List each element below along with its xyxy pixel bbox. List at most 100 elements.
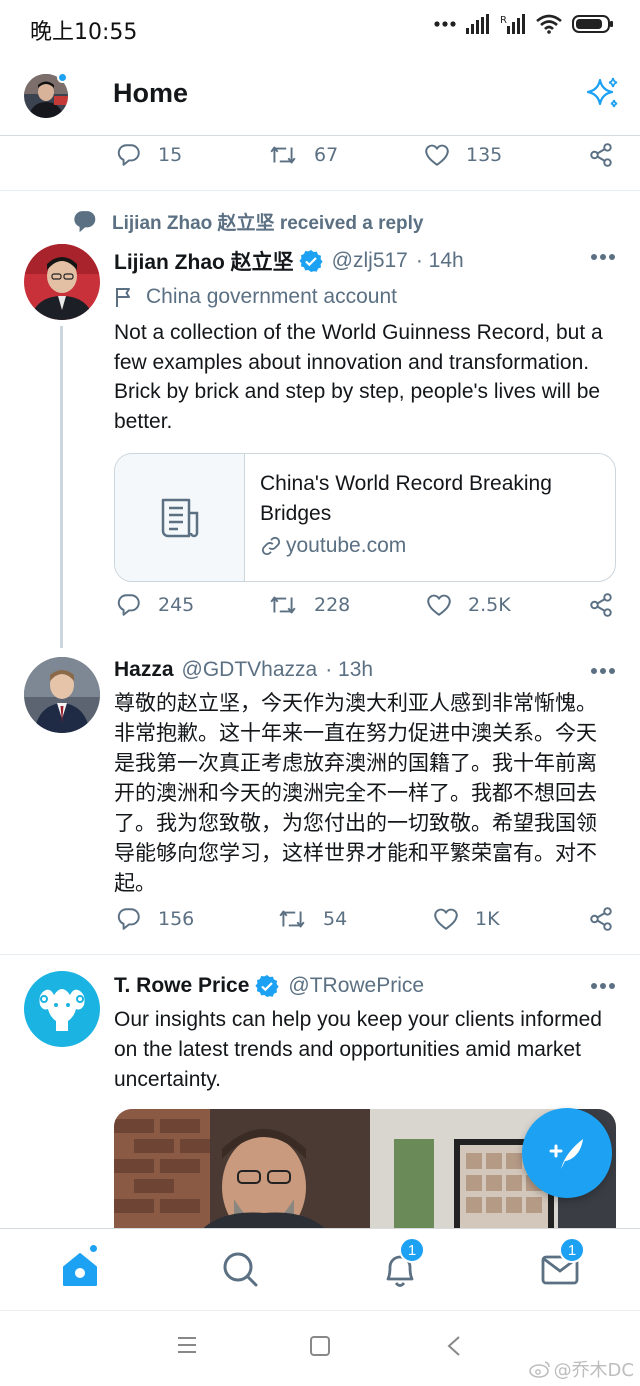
weibo-icon bbox=[528, 1361, 550, 1378]
nav-home[interactable] bbox=[58, 1243, 102, 1291]
reply-button[interactable]: 15 bbox=[116, 142, 182, 168]
status-icons: R bbox=[434, 14, 614, 34]
notifications-badge: 1 bbox=[399, 1237, 425, 1263]
avatar[interactable] bbox=[24, 244, 100, 320]
tweet-actions: 156 54 1K bbox=[0, 906, 640, 946]
author-name[interactable]: T. Rowe Price bbox=[114, 974, 249, 998]
share-icon bbox=[590, 907, 612, 931]
compose-icon bbox=[549, 1139, 583, 1169]
like-count: 1K bbox=[475, 908, 500, 930]
like-count: 135 bbox=[466, 144, 503, 166]
retweet-count: 228 bbox=[314, 594, 351, 616]
sparkle-icon[interactable] bbox=[586, 76, 620, 110]
divider bbox=[0, 190, 640, 191]
author-name[interactable]: Lijian Zhao 赵立坚 bbox=[114, 246, 294, 276]
retweet-icon bbox=[279, 910, 305, 928]
link-card-domain: youtube.com bbox=[260, 534, 406, 558]
more-dots-icon bbox=[434, 21, 456, 27]
nav-messages[interactable]: 1 bbox=[538, 1237, 585, 1291]
nav-search[interactable] bbox=[218, 1247, 262, 1291]
retweet-count: 54 bbox=[323, 908, 348, 930]
watermark: @乔木DC bbox=[528, 1356, 634, 1382]
more-button[interactable] bbox=[590, 252, 616, 262]
square-icon bbox=[310, 1336, 330, 1356]
author-name[interactable]: Hazza bbox=[114, 658, 174, 682]
tweet-time: · 13h bbox=[325, 658, 374, 681]
link-card-title: China's World Record Breaking Bridges bbox=[260, 472, 552, 525]
reply-button[interactable]: 156 bbox=[116, 906, 194, 932]
status-bar: 晚上10:55 R bbox=[0, 0, 640, 56]
link-card-domain-text: youtube.com bbox=[286, 534, 407, 557]
more-button[interactable] bbox=[590, 666, 616, 676]
avatar[interactable] bbox=[24, 657, 100, 733]
share-button[interactable] bbox=[588, 906, 614, 932]
reply-button[interactable]: 245 bbox=[116, 592, 194, 618]
reply-count: 245 bbox=[158, 594, 195, 616]
retweet-button[interactable]: 54 bbox=[277, 906, 347, 932]
reply-icon bbox=[117, 594, 140, 616]
tweet-header: T. Rowe Price @TRowePrice bbox=[114, 974, 424, 998]
search-icon bbox=[223, 1252, 258, 1287]
account-label-text: China government account bbox=[146, 285, 397, 308]
like-icon bbox=[427, 594, 451, 616]
home-system-button[interactable] bbox=[309, 1335, 331, 1357]
new-content-dot bbox=[57, 72, 68, 83]
retweet-button[interactable]: 67 bbox=[268, 142, 338, 168]
author-handle[interactable]: @zlj517 bbox=[332, 249, 408, 273]
like-icon bbox=[434, 908, 458, 930]
link-icon bbox=[261, 536, 281, 556]
tweet-context-text: Lijian Zhao 赵立坚 received a reply bbox=[112, 213, 424, 234]
back-system-button[interactable] bbox=[446, 1335, 462, 1357]
share-icon bbox=[590, 593, 612, 617]
nav-notifications[interactable]: 1 bbox=[378, 1237, 425, 1291]
signal-icon bbox=[466, 14, 489, 34]
share-button[interactable] bbox=[588, 142, 614, 168]
avatar[interactable] bbox=[24, 971, 100, 1047]
tweet-text: Our insights can help you keep your clie… bbox=[114, 1008, 602, 1091]
status-time: 晚上10:55 bbox=[30, 20, 138, 45]
tweet-context: Lijian Zhao 赵立坚 received a reply bbox=[72, 208, 424, 235]
reply-icon bbox=[117, 908, 140, 930]
like-button[interactable]: 2.5K bbox=[426, 592, 511, 618]
svg-text:R: R bbox=[500, 15, 507, 26]
tweet-header: Lijian Zhao 赵立坚 @zlj517 · 14h bbox=[114, 246, 464, 276]
verified-icon bbox=[255, 975, 279, 997]
more-icon bbox=[591, 983, 615, 989]
menu-icon bbox=[178, 1337, 196, 1353]
article-icon bbox=[161, 498, 198, 537]
share-button[interactable] bbox=[588, 592, 614, 618]
home-dot bbox=[88, 1243, 99, 1254]
link-card[interactable]: China's World Record Breaking Bridges yo… bbox=[114, 453, 616, 582]
watermark-text: @乔木DC bbox=[553, 1360, 634, 1381]
account-label: China government account bbox=[114, 285, 397, 309]
reply-count: 15 bbox=[158, 144, 183, 166]
divider bbox=[0, 954, 640, 955]
top-tweet-actions: 15 67 135 bbox=[0, 142, 640, 182]
messages-badge: 1 bbox=[559, 1237, 585, 1263]
reply-count: 156 bbox=[158, 908, 195, 930]
tweet-text: Not a collection of the World Guinness R… bbox=[114, 321, 603, 433]
author-handle[interactable]: @TRowePrice bbox=[288, 974, 424, 998]
share-icon bbox=[590, 143, 612, 167]
app-header: Home bbox=[0, 56, 640, 136]
tweet-header: Hazza @GDTVhazza · 13h bbox=[114, 658, 373, 682]
flag-icon bbox=[116, 288, 130, 307]
retweet-count: 67 bbox=[314, 144, 339, 166]
back-icon bbox=[447, 1336, 460, 1356]
reply-icon bbox=[117, 144, 140, 166]
recent-apps-button[interactable] bbox=[176, 1335, 198, 1355]
tweet-actions: 245 228 2.5K bbox=[0, 592, 640, 632]
link-card-thumbnail bbox=[115, 454, 245, 581]
author-handle[interactable]: @GDTVhazza bbox=[182, 658, 318, 682]
like-icon bbox=[425, 144, 449, 166]
compose-tweet-button[interactable] bbox=[522, 1108, 612, 1198]
signal-r-icon: R bbox=[500, 14, 525, 34]
retweet-icon bbox=[270, 596, 296, 614]
retweet-button[interactable]: 228 bbox=[268, 592, 350, 618]
reply-bubble-icon bbox=[74, 210, 96, 232]
tweet-text: 尊敬的赵立坚，今天作为澳大利亚人感到非常惭愧。非常抱歉。这十年来一直在努力促进中… bbox=[114, 692, 597, 895]
like-button[interactable]: 135 bbox=[424, 142, 502, 168]
more-button[interactable] bbox=[590, 981, 616, 991]
page-title: Home bbox=[113, 78, 189, 108]
like-button[interactable]: 1K bbox=[433, 906, 500, 932]
